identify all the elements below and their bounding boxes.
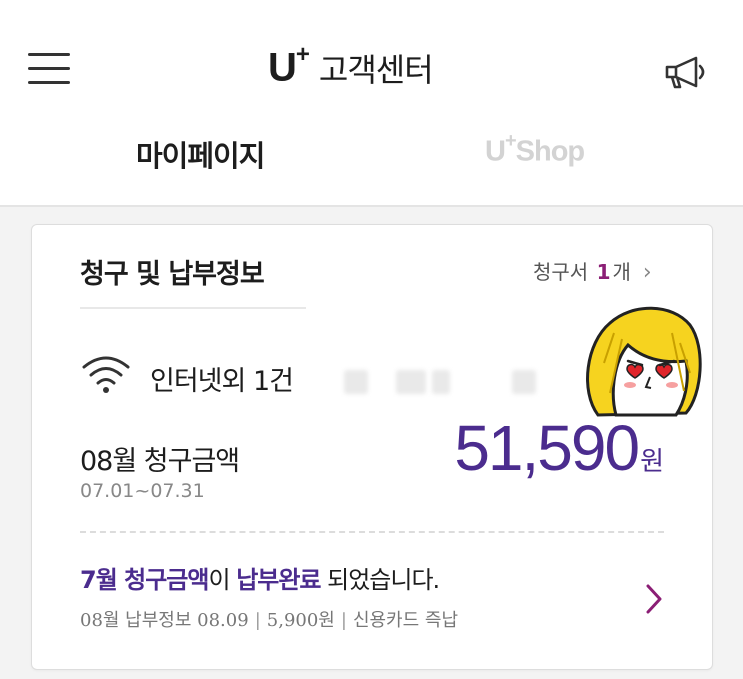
- app-header: U+ 고객센터 마이페이지 U+Shop: [0, 0, 743, 207]
- character-sticker-icon: [586, 306, 702, 417]
- brand-header: U+ 고객센터: [268, 41, 434, 92]
- chevron-right-icon[interactable]: [644, 580, 666, 618]
- divider: [80, 307, 306, 309]
- brand-logo: U+: [268, 41, 310, 90]
- amount-value: 51,590: [454, 412, 640, 484]
- payment-status-message[interactable]: 7월 청구금액이 납부완료 되었습니다.: [80, 560, 440, 595]
- bill-count: 1: [596, 260, 611, 284]
- billing-period: 07.01~07.31: [80, 480, 205, 502]
- dashed-divider: [80, 531, 664, 533]
- bill-count-link[interactable]: 청구서 1 개 ›: [533, 256, 652, 285]
- tab-mypage[interactable]: 마이페이지: [136, 133, 265, 175]
- hamburger-menu-icon[interactable]: [28, 53, 70, 85]
- card-title: 청구 및 납부정보: [80, 259, 265, 290]
- wifi-icon: [82, 356, 130, 393]
- payment-detail: 08월 납부정보 08.09 | 5,900원 | 신용카드 즉납: [80, 610, 459, 631]
- megaphone-icon[interactable]: [662, 55, 710, 91]
- amount-unit: 원: [640, 447, 664, 477]
- billing-amount: 51,590원: [454, 411, 664, 485]
- billing-month-label: 08월 청구금액: [80, 446, 240, 477]
- masked-info: [432, 370, 450, 394]
- masked-info: [512, 370, 536, 394]
- chevron-right-icon: ›: [642, 260, 652, 285]
- masked-info: [396, 370, 426, 394]
- page-title: 고객센터: [318, 51, 434, 89]
- billing-info-card: 청구 및 납부정보 청구서 1 개 › 인터넷외 1건 08월 청구금액 07.01…: [31, 224, 713, 670]
- tab-ushop[interactable]: U+Shop: [485, 130, 585, 169]
- masked-info: [344, 370, 368, 394]
- service-name: 인터넷외 1건: [150, 366, 294, 397]
